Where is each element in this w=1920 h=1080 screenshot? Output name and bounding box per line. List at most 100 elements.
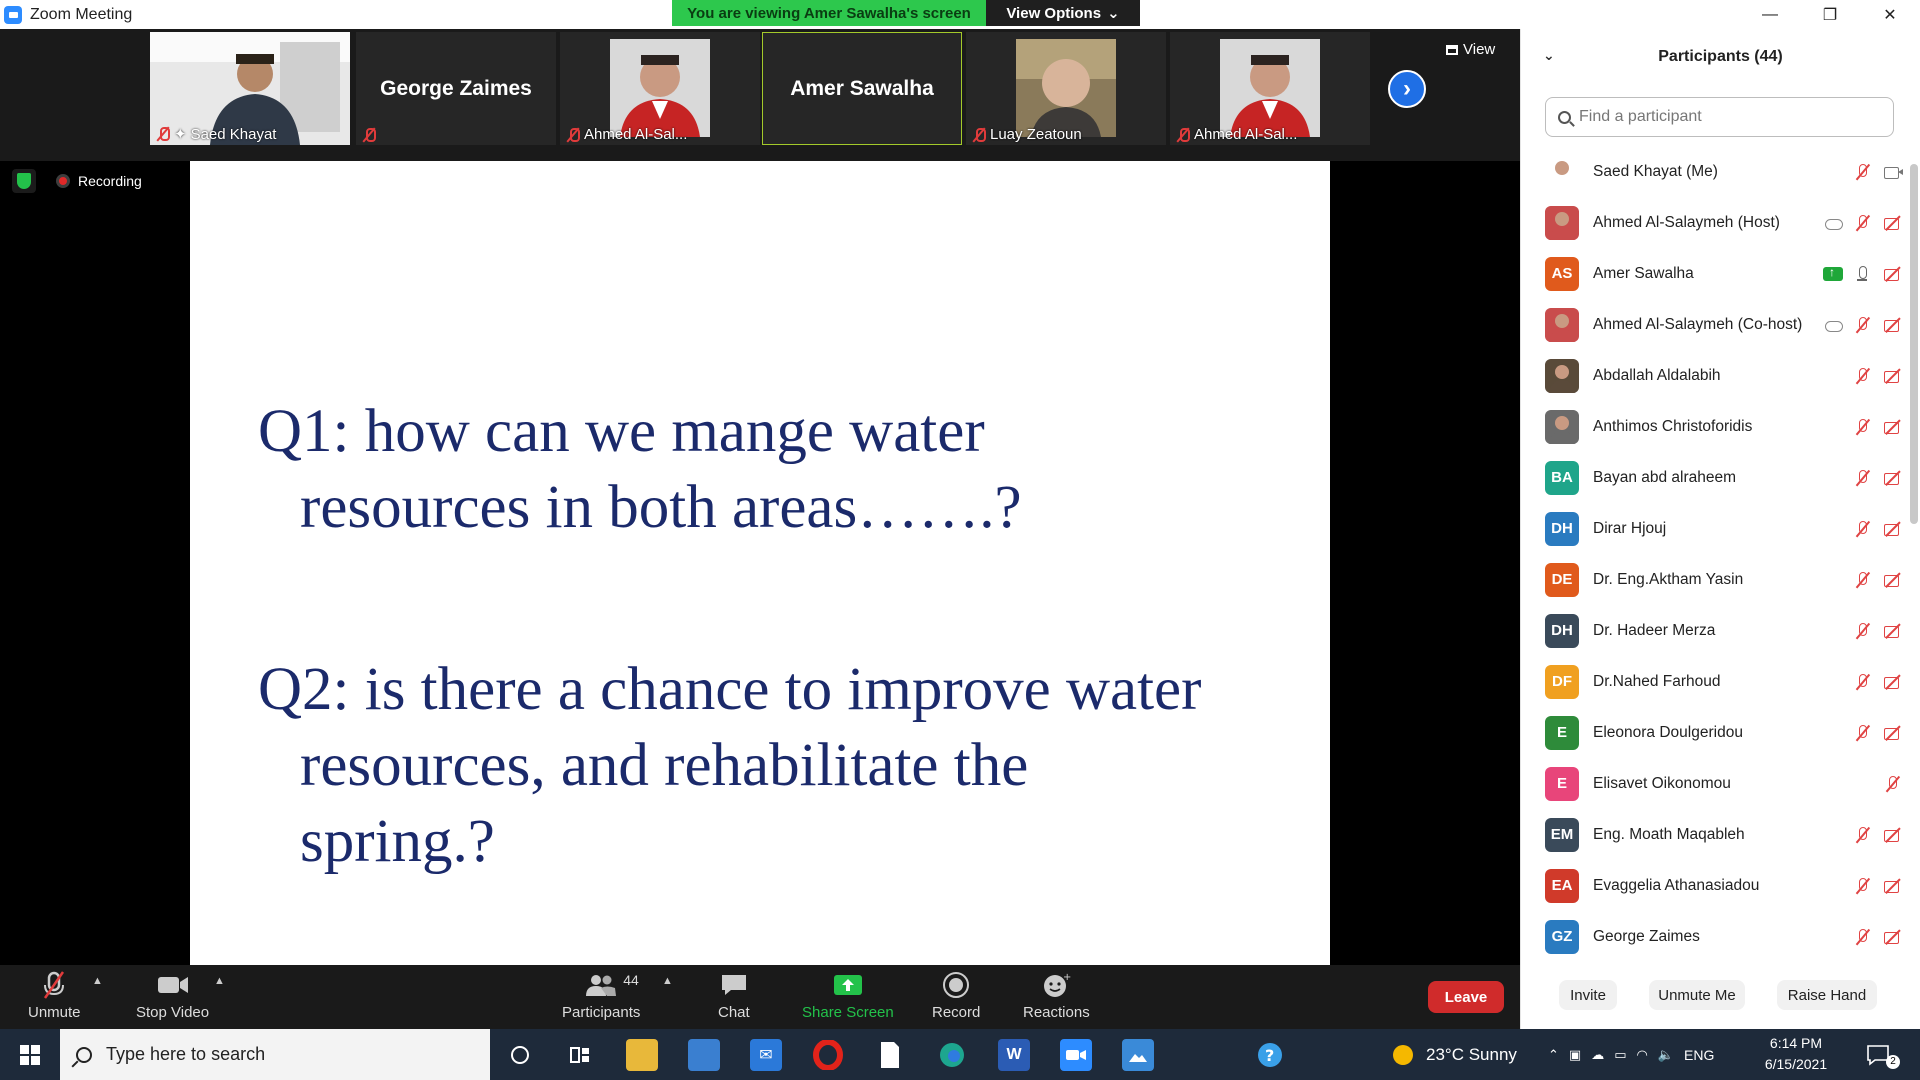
tile-caption — [362, 127, 376, 143]
participant-name: Dr. Eng.Aktham Yasin — [1593, 570, 1744, 588]
avatar: EA — [1545, 868, 1579, 903]
leave-button[interactable]: Leave — [1428, 981, 1504, 1013]
share-screen-button[interactable]: Share Screen — [802, 969, 894, 1021]
video-tile-luay[interactable]: Luay Zeatoun — [966, 32, 1166, 145]
weather-widget[interactable]: 23°C Sunny — [1390, 1029, 1517, 1080]
participant-row[interactable]: Anthimos Christoforidis — [1521, 401, 1911, 452]
participant-row[interactable]: EM Eng. Moath Maqableh — [1521, 809, 1911, 860]
raise-hand-button[interactable]: Raise Hand — [1777, 980, 1877, 1010]
opera-icon[interactable] — [812, 1039, 844, 1071]
video-tile-amer[interactable]: Amer Sawalha — [762, 32, 962, 145]
viewing-status: You are viewing Amer Sawalha's screen — [672, 0, 986, 26]
participant-row[interactable]: BA Bayan abd alraheem — [1521, 452, 1911, 503]
participant-name: George Zaimes — [1593, 927, 1700, 945]
file-explorer-icon[interactable] — [626, 1039, 658, 1071]
participant-row[interactable]: Ahmed Al-Salaymeh (Host) — [1521, 197, 1911, 248]
view-options-button[interactable]: View Options ⌄ — [986, 0, 1140, 26]
minimize-button[interactable]: — — [1740, 0, 1800, 29]
taskbar-clock[interactable]: 6:14 PM 6/15/2021 — [1756, 1033, 1836, 1075]
view-button[interactable]: View — [1446, 41, 1495, 58]
mail-icon[interactable]: ✉ — [750, 1039, 782, 1071]
avatar: DH — [1545, 511, 1579, 546]
window-title: Zoom Meeting — [30, 5, 133, 23]
participant-status — [1853, 469, 1903, 487]
view-options-label: View Options — [1006, 4, 1102, 22]
video-off-icon — [1883, 724, 1903, 742]
edge-icon[interactable] — [936, 1039, 968, 1071]
taskbar-search-box[interactable]: Type here to search — [60, 1029, 490, 1080]
chevron-up-icon[interactable]: ⌃ — [1548, 1047, 1559, 1063]
avatar: EM — [1545, 817, 1579, 852]
invite-button[interactable]: Invite — [1559, 980, 1617, 1010]
avatar: GZ — [1545, 919, 1579, 954]
language-indicator[interactable]: ENG — [1684, 1047, 1714, 1063]
video-tile-george[interactable]: George Zaimes — [356, 32, 556, 145]
security-shield-icon[interactable] — [12, 169, 36, 193]
onedrive-cloud-icon[interactable]: ☁ — [1591, 1047, 1604, 1063]
video-tile-ahmed-2[interactable]: Ahmed Al-Sal... — [1170, 32, 1370, 145]
participant-name: Ahmed Al-Salaymeh (Host) — [1593, 213, 1780, 231]
participant-row[interactable]: AS Amer Sawalha — [1521, 248, 1911, 299]
battery-icon[interactable]: ▭ — [1614, 1047, 1626, 1063]
participant-name: Amer Sawalha — [1593, 264, 1694, 282]
collapse-chevron-icon[interactable]: ⌄ — [1543, 47, 1555, 64]
participants-button[interactable]: 44 Participants — [562, 969, 640, 1021]
avatar — [1545, 307, 1579, 342]
participant-row[interactable]: DH Dr. Hadeer Merza — [1521, 605, 1911, 656]
participant-name: Eng. Moath Maqableh — [1593, 825, 1745, 843]
record-button[interactable]: Record — [932, 969, 980, 1021]
restore-button[interactable]: ❐ — [1800, 0, 1860, 29]
weather-text: 23°C Sunny — [1426, 1044, 1517, 1064]
participant-row[interactable]: Ahmed Al-Salaymeh (Co-host) — [1521, 299, 1911, 350]
photos-icon[interactable] — [1122, 1039, 1154, 1071]
sun-icon — [1393, 1044, 1413, 1065]
video-off-icon — [1883, 622, 1903, 640]
participant-row[interactable]: Saed Khayat (Me) — [1521, 146, 1911, 197]
audio-options-caret[interactable]: ▲ — [92, 975, 103, 987]
mic-muted-icon — [156, 126, 170, 142]
participant-search-input[interactable]: Find a participant — [1545, 97, 1894, 137]
participant-row[interactable]: E Eleonora Doulgeridou — [1521, 707, 1911, 758]
zoom-taskbar-icon[interactable] — [1060, 1039, 1092, 1071]
word-icon[interactable]: W — [998, 1039, 1030, 1071]
video-tile-ahmed[interactable]: Ahmed Al-Sal... — [560, 32, 760, 145]
windows-start-icon[interactable] — [20, 1045, 40, 1065]
tile-name: Luay Zeatoun — [990, 126, 1082, 143]
next-page-button[interactable]: › — [1388, 70, 1426, 108]
participant-row[interactable]: DF Dr.Nahed Farhoud — [1521, 656, 1911, 707]
video-tile-saed[interactable]: ✦ Saed Khayat — [150, 32, 350, 145]
participant-status — [1853, 877, 1903, 895]
participant-row[interactable]: E Elisavet Oikonomou — [1521, 758, 1911, 809]
panel-scrollbar[interactable] — [1910, 164, 1918, 524]
video-options-caret[interactable]: ▲ — [214, 975, 225, 987]
chevron-down-icon: ⌄ — [1107, 5, 1120, 22]
system-tray: ⌃ ▣ ☁ ▭ ◠ 🔈 ENG — [1548, 1029, 1714, 1080]
task-view-icon[interactable] — [564, 1039, 596, 1071]
unmute-me-button[interactable]: Unmute Me — [1649, 980, 1745, 1010]
microsoft-store-icon[interactable] — [688, 1039, 720, 1071]
mic-muted-icon — [1853, 316, 1873, 334]
slide-q2-line1: Q2: is there a chance to improve water — [258, 656, 1202, 723]
participants-options-caret[interactable]: ▲ — [662, 975, 673, 987]
participant-row[interactable]: DH Dirar Hjouj — [1521, 503, 1911, 554]
recording-indicator[interactable]: Recording — [56, 169, 142, 193]
cortana-icon[interactable] — [504, 1039, 536, 1071]
reactions-button[interactable]: + Reactions — [1023, 969, 1090, 1021]
help-icon[interactable]: ? — [1254, 1039, 1286, 1071]
device-icon[interactable]: ▣ — [1569, 1047, 1581, 1063]
participant-row[interactable]: Abdallah Aldalabih — [1521, 350, 1911, 401]
volume-icon[interactable]: 🔈 — [1658, 1047, 1674, 1063]
notifications-button[interactable]: 2 — [1866, 1029, 1900, 1080]
wifi-icon[interactable]: ◠ — [1637, 1047, 1648, 1063]
document-icon[interactable] — [874, 1039, 906, 1071]
chat-button[interactable]: Chat — [718, 969, 750, 1021]
participant-row[interactable]: DE Dr. Eng.Aktham Yasin — [1521, 554, 1911, 605]
participant-row[interactable]: EA Evaggelia Athanasiadou — [1521, 860, 1911, 911]
participant-row[interactable]: GZ George Zaimes — [1521, 911, 1911, 962]
stop-video-button[interactable]: Stop Video — [136, 969, 209, 1021]
close-button[interactable]: ✕ — [1860, 0, 1920, 29]
unmute-button[interactable]: Unmute — [28, 969, 81, 1021]
mic-muted-icon — [1853, 367, 1873, 385]
stop-video-label: Stop Video — [136, 1004, 210, 1021]
view-grid-icon — [1446, 44, 1458, 55]
